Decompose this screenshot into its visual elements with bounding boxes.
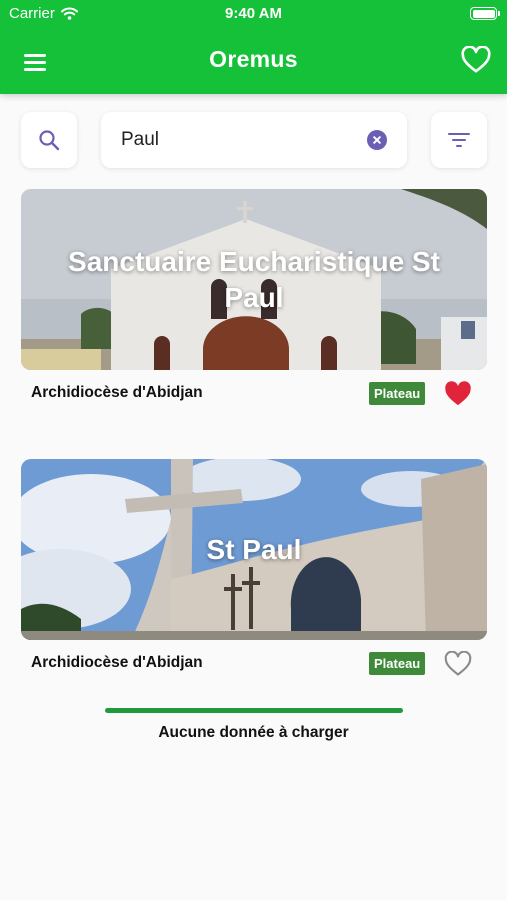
zone-badge: Plateau: [369, 382, 426, 405]
card-meta: Archidiocèse d'Abidjan Plateau: [21, 370, 487, 416]
app-screen: Carrier 9:40 AM Oremus Paul Sanctuaire E…: [0, 0, 507, 900]
app-title: Oremus: [209, 46, 298, 72]
search-input[interactable]: [121, 126, 361, 154]
filter-icon: [448, 133, 470, 147]
progress-bar: [105, 708, 403, 713]
favorites-button[interactable]: [461, 45, 491, 74]
church-card[interactable]: Sanctuaire Eucharistique St Paul Archidi…: [21, 189, 487, 416]
church-photo: Sanctuaire Eucharistique St Paul: [21, 189, 487, 370]
church-photo: St Paul: [21, 459, 487, 640]
zone-badge: Plateau: [369, 652, 426, 675]
church-name: Sanctuaire Eucharistique St Paul: [68, 245, 440, 313]
battery-icon: [470, 7, 500, 20]
clock: 9:40 AM: [225, 5, 282, 22]
favorite-button[interactable]: [444, 650, 472, 677]
favorite-button[interactable]: [444, 381, 472, 407]
heart-outline-icon: [461, 45, 491, 73]
app-header: Carrier 9:40 AM Oremus: [0, 0, 507, 94]
heart-outline-icon: [444, 650, 472, 676]
church-card[interactable]: St Paul Archidiocèse d'Abidjan Plateau: [21, 459, 487, 686]
clear-icon[interactable]: [367, 130, 387, 150]
church-name: St Paul: [206, 533, 302, 565]
search-icon: [39, 130, 60, 151]
card-meta: Archidiocèse d'Abidjan Plateau: [21, 640, 487, 686]
diocese-label: Archidiocèse d'Abidjan: [31, 654, 203, 671]
empty-message: Aucune donnée à charger: [158, 724, 349, 741]
search-button[interactable]: [21, 112, 77, 168]
filter-button[interactable]: [431, 112, 487, 168]
heart-filled-icon: [445, 381, 471, 406]
diocese-label: Archidiocèse d'Abidjan: [31, 384, 203, 401]
status-bar: Carrier 9:40 AM: [0, 0, 507, 28]
search-row: [0, 112, 507, 170]
search-field: [101, 112, 407, 168]
nav-bar: Oremus: [0, 40, 507, 82]
